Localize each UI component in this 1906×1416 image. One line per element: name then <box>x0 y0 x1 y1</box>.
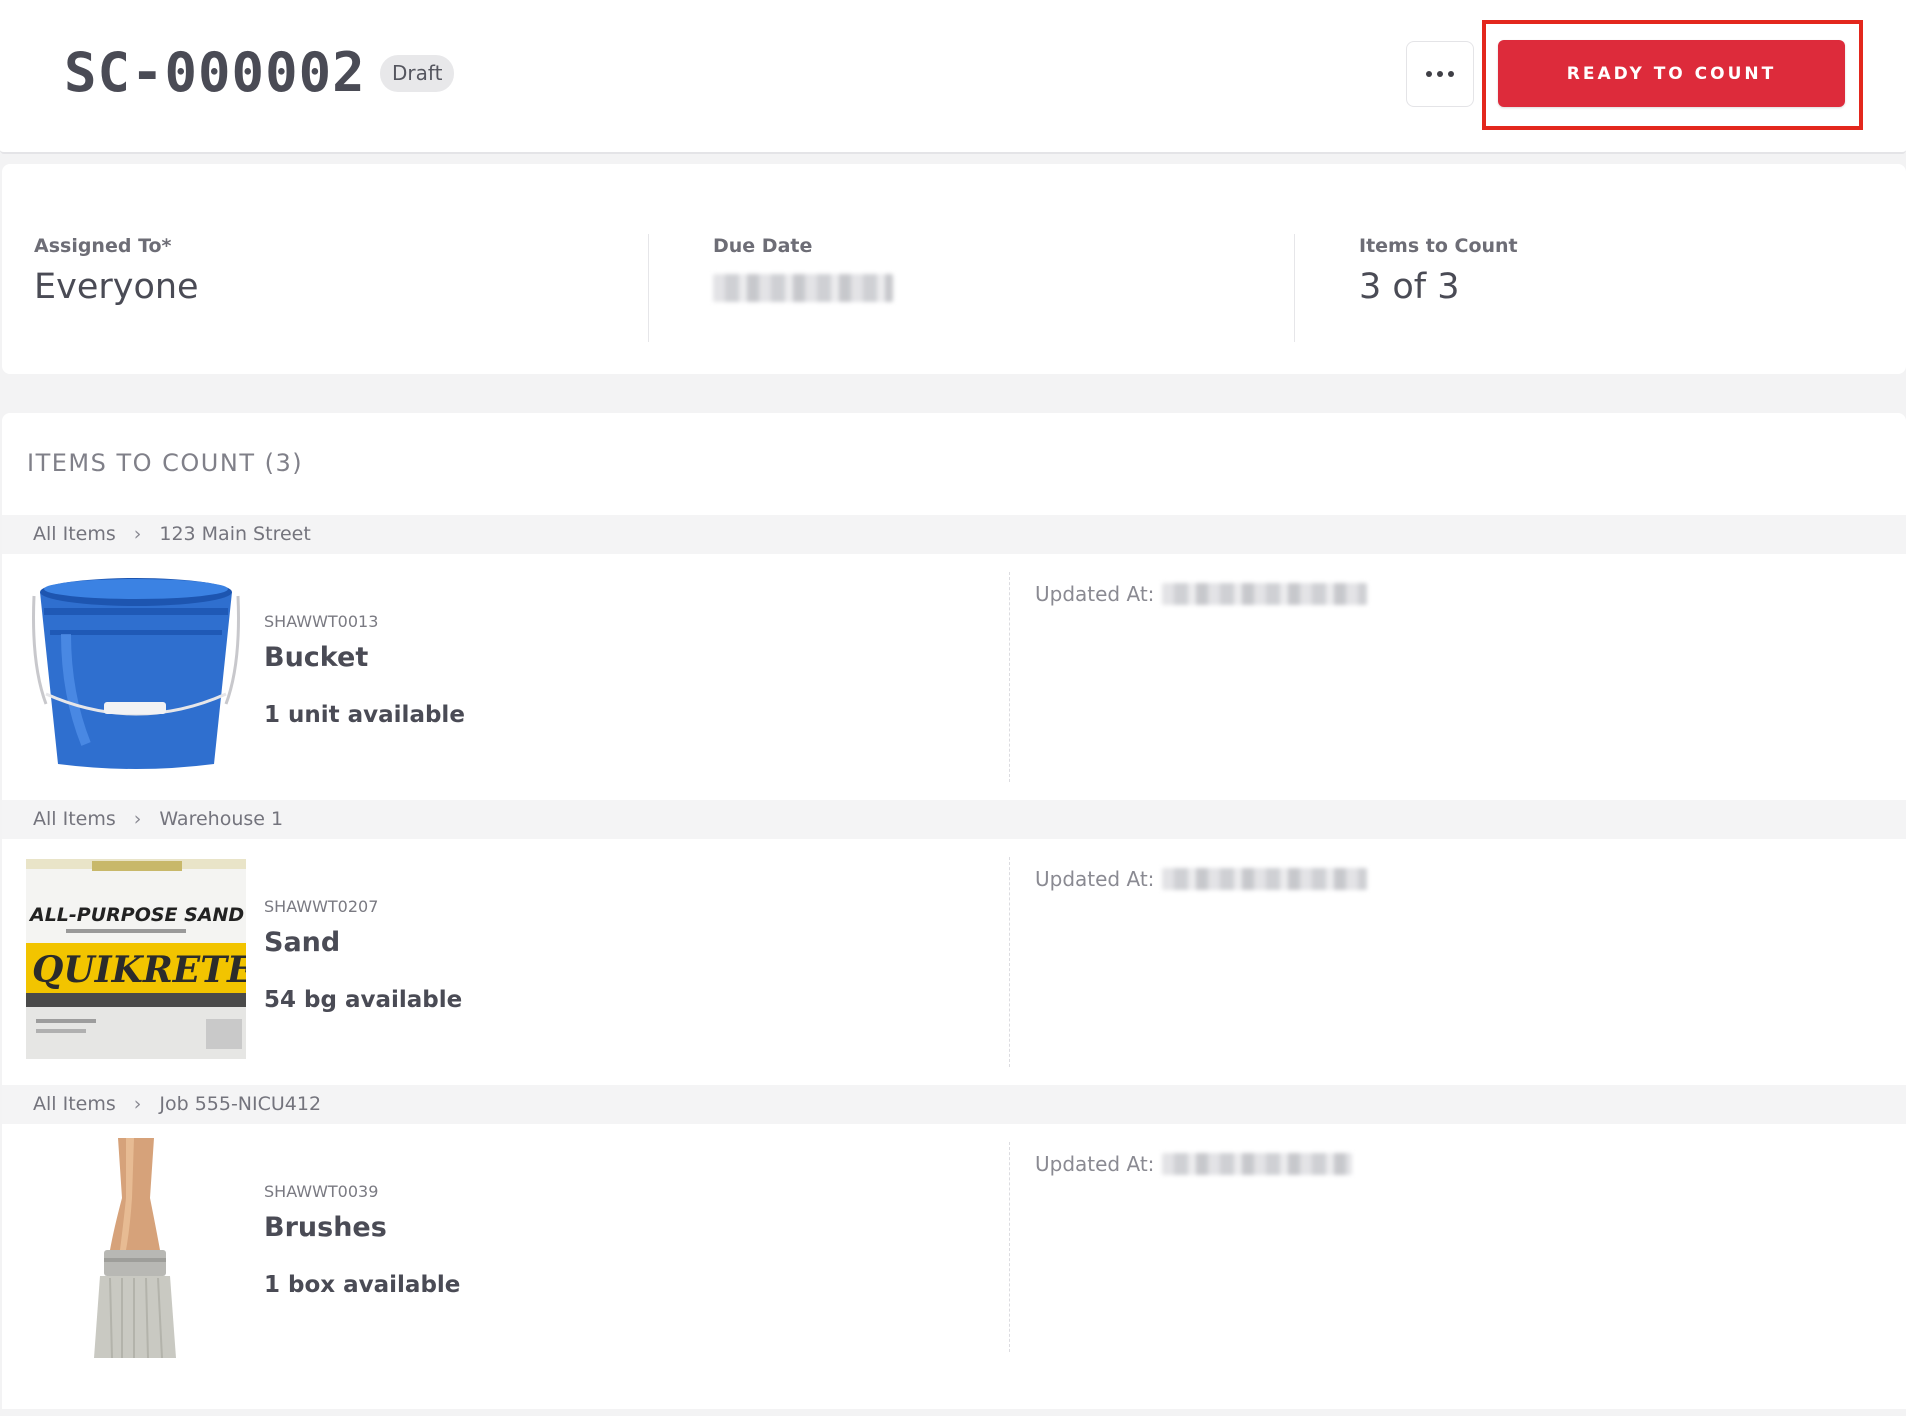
row-divider <box>1009 572 1010 782</box>
sand-bag-image: ALL-PURPOSE SAND QUIKRETE <box>26 859 246 1059</box>
item-sku: SHAWWT0013 <box>264 612 379 631</box>
divider <box>648 234 649 342</box>
chevron-right-icon: › <box>133 808 142 830</box>
chevron-right-icon: › <box>133 523 142 545</box>
sand-bag-label: ALL-PURPOSE SAND <box>28 904 244 926</box>
item-group: All Items › Job 555-NICU412 SHAWWT0039 Bru… <box>2 1085 1906 1370</box>
chevron-right-icon: › <box>133 1093 142 1115</box>
item-name[interactable]: Sand <box>264 927 340 958</box>
items-to-count-label: Items to Count <box>1359 235 1518 257</box>
breadcrumb: All Items › 123 Main Street <box>2 515 1906 554</box>
items-to-count-field: Items to Count 3 of 3 <box>1359 234 1518 310</box>
item-row[interactable]: SHAWWT0039 Brushes 1 box available Updat… <box>2 1124 1906 1370</box>
summary-card: Assigned To* Everyone Due Date Items to … <box>2 164 1906 374</box>
status-badge: Draft <box>380 55 455 92</box>
page-header: SC-000002 Draft READY TO COUNT <box>0 0 1906 154</box>
breadcrumb-root[interactable]: All Items <box>33 808 116 830</box>
item-quantity: 1 unit available <box>264 702 465 728</box>
more-dot-icon <box>1437 71 1443 77</box>
row-divider <box>1009 857 1010 1067</box>
breadcrumb: All Items › Warehouse 1 <box>2 800 1906 839</box>
updated-at-label: Updated At: <box>1035 582 1155 606</box>
breadcrumb-location[interactable]: 123 Main Street <box>159 523 310 545</box>
divider <box>1294 234 1295 342</box>
breadcrumb: All Items › Job 555-NICU412 <box>2 1085 1906 1124</box>
redacted-value <box>1162 583 1368 605</box>
item-group: All Items › 123 Main Street SHAWWT0013 Buc… <box>2 515 1906 800</box>
assigned-to-label: Assigned To* <box>34 235 172 257</box>
item-sku: SHAWWT0207 <box>264 897 379 916</box>
item-row[interactable]: ALL-PURPOSE SAND QUIKRETE SHAWWT0207 San… <box>2 839 1906 1085</box>
updated-at: Updated At: <box>1035 867 1368 891</box>
page-title: SC-000002 <box>64 41 366 104</box>
bucket-image <box>32 578 240 769</box>
breadcrumb-location[interactable]: Job 555-NICU412 <box>159 1093 321 1115</box>
item-sku: SHAWWT0039 <box>264 1182 379 1201</box>
due-date-value <box>713 274 893 306</box>
row-divider <box>1009 1142 1010 1352</box>
item-quantity: 1 box available <box>264 1272 461 1298</box>
items-heading: ITEMS TO COUNT (3) <box>27 449 304 477</box>
sand-bag-brand: QUIKRETE <box>32 949 246 991</box>
due-date-field[interactable]: Due Date <box>713 234 893 306</box>
item-group: All Items › Warehouse 1 ALL-PURPOSE SAND Q… <box>2 800 1906 1085</box>
item-name[interactable]: Bucket <box>264 642 368 673</box>
more-dot-icon <box>1448 71 1454 77</box>
items-card: ITEMS TO COUNT (3) All Items › 123 Main St… <box>2 413 1906 1409</box>
paint-brush-image <box>94 1138 176 1358</box>
assigned-to-field[interactable]: Assigned To* Everyone <box>34 234 199 310</box>
updated-at: Updated At: <box>1035 1152 1353 1176</box>
more-options-button[interactable] <box>1406 41 1474 107</box>
redacted-value <box>1162 868 1368 890</box>
redacted-value <box>713 274 893 302</box>
items-to-count-value: 3 of 3 <box>1359 267 1460 307</box>
due-date-label: Due Date <box>713 235 813 257</box>
assigned-to-value: Everyone <box>34 267 199 307</box>
breadcrumb-root[interactable]: All Items <box>33 523 116 545</box>
item-quantity: 54 bg available <box>264 987 463 1013</box>
ready-to-count-button[interactable]: READY TO COUNT <box>1498 40 1845 107</box>
more-dot-icon <box>1426 71 1432 77</box>
updated-at-label: Updated At: <box>1035 867 1155 891</box>
updated-at: Updated At: <box>1035 582 1368 606</box>
item-name[interactable]: Brushes <box>264 1212 387 1243</box>
redacted-value <box>1162 1153 1353 1175</box>
breadcrumb-root[interactable]: All Items <box>33 1093 116 1115</box>
updated-at-label: Updated At: <box>1035 1152 1155 1176</box>
breadcrumb-location[interactable]: Warehouse 1 <box>159 808 283 830</box>
item-row[interactable]: SHAWWT0013 Bucket 1 unit available Updat… <box>2 554 1906 800</box>
